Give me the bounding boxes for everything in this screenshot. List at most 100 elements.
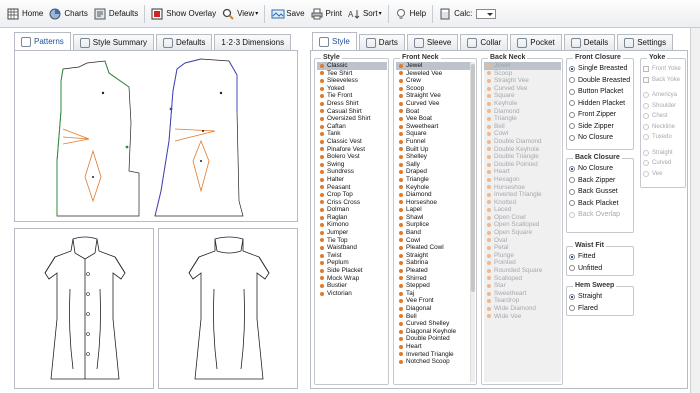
front-neck-list-item[interactable]: Diamond (396, 191, 475, 199)
waist-fit-option[interactable]: Unfitted (569, 263, 633, 275)
front-closure-option[interactable]: Single Breasted (569, 63, 633, 75)
calc-dropdown[interactable] (476, 8, 497, 19)
back-closure-option[interactable]: Back Gusset (569, 186, 633, 198)
view-button[interactable]: View ▾ (219, 4, 261, 24)
front-neck-list-item[interactable]: Band (396, 229, 475, 237)
style-list-item[interactable]: Sundress (317, 168, 387, 176)
style-list-item[interactable]: Tie Front (317, 92, 387, 100)
style-list-item[interactable]: Criss Cross (317, 199, 387, 207)
front-neck-list-item[interactable]: Pleated Cowl (396, 244, 475, 252)
style-list-item[interactable]: Sleeveless (317, 77, 387, 85)
tab-defaults[interactable]: Defaults (156, 34, 213, 50)
front-neck-list-item[interactable]: Pleated (396, 267, 475, 275)
radio-button[interactable] (569, 305, 575, 312)
front-neck-list-item[interactable]: Straight Vee (396, 92, 475, 100)
style-list-item[interactable]: Bustier (317, 282, 387, 290)
radio-button[interactable] (569, 111, 575, 118)
print-button[interactable]: Print (308, 4, 345, 24)
front-neck-list-item[interactable]: Lapel (396, 206, 475, 214)
style-list-item[interactable]: Classic (317, 62, 387, 70)
front-neck-list-item[interactable]: Notched Scoop (396, 358, 475, 366)
style-list-item[interactable]: Raglan (317, 214, 387, 222)
front-neck-list-item[interactable]: Heart (396, 343, 475, 351)
tab-patterns[interactable]: Patterns (14, 32, 71, 50)
show-overlay-button[interactable]: Show Overlay (148, 4, 219, 24)
style-list-item[interactable]: Caftan (317, 123, 387, 131)
front-neck-list-item[interactable]: Shirred (396, 275, 475, 283)
tab-style-summary[interactable]: Style Summary (72, 34, 155, 50)
style-list-item[interactable]: Waistband (317, 244, 387, 252)
radio-button[interactable] (569, 188, 575, 195)
radio-button[interactable] (569, 177, 575, 184)
back-closure-option[interactable]: Back Placket (569, 198, 633, 210)
front-neck-list-item[interactable]: Inverted Triangle (396, 351, 475, 359)
style-list-item[interactable]: Peasant (317, 184, 387, 192)
front-neck-list-item[interactable]: Sabrina (396, 259, 475, 267)
style-list-item[interactable]: Tee Shirt (317, 70, 387, 78)
radio-button[interactable] (569, 65, 575, 72)
tab-pocket[interactable]: Pocket (510, 34, 562, 50)
front-neck-list-item[interactable]: Boat (396, 108, 475, 116)
front-neck-list-item[interactable]: Funnel (396, 138, 475, 146)
front-neck-list-item[interactable]: Diagonal Keyhole (396, 328, 475, 336)
style-list-item[interactable]: Tank (317, 130, 387, 138)
style-list-item[interactable]: Swing (317, 161, 387, 169)
front-neck-list-item[interactable]: Draped (396, 168, 475, 176)
waist-fit-option[interactable]: Fitted (569, 251, 633, 263)
style-list-item[interactable]: Casual Shirt (317, 108, 387, 116)
front-neck-list-item[interactable]: Jewel (396, 62, 475, 70)
front-closure-option[interactable]: Side Zipper (569, 121, 633, 133)
style-list-item[interactable]: Bolero Vest (317, 153, 387, 161)
front-neck-list-item[interactable]: Bell (396, 313, 475, 321)
defaults-button[interactable]: Defaults (91, 4, 141, 24)
tab-style[interactable]: Style (312, 32, 357, 50)
front-neck-list-item[interactable]: Stepped (396, 282, 475, 290)
style-list-item[interactable]: Classic Vest (317, 138, 387, 146)
front-neck-list-item[interactable]: Scoop (396, 85, 475, 93)
front-neck-list-item[interactable]: Square (396, 130, 475, 138)
front-closure-option[interactable]: Hidden Placket (569, 98, 633, 110)
style-list[interactable]: Classic Tee Shirt Sleeveless Yoked Tie Front… (317, 62, 387, 302)
tab-details[interactable]: Details (563, 34, 616, 50)
radio-button[interactable] (569, 123, 575, 130)
hem-sweep-option[interactable]: Flared (569, 303, 633, 315)
scrollbar-thumb[interactable] (471, 64, 475, 292)
front-closure-option[interactable]: Button Placket (569, 86, 633, 98)
front-neck-list-item[interactable]: Straight (396, 252, 475, 260)
front-neck-list[interactable]: Jewel Jeweled Vee Crew Scoop Straight Vee Cur… (396, 62, 475, 382)
window-scrollbar[interactable] (690, 28, 700, 393)
help-button[interactable]: Help (392, 4, 429, 24)
style-list-item[interactable]: Crop Top (317, 191, 387, 199)
style-list-item[interactable]: Oversized Shirt (317, 115, 387, 123)
front-neck-list-item[interactable]: Sally (396, 161, 475, 169)
radio-button[interactable] (569, 165, 575, 172)
style-list-item[interactable]: Mock Wrap (317, 275, 387, 283)
style-list-item[interactable]: Dress Shirt (317, 100, 387, 108)
tab-collar[interactable]: Collar (460, 34, 509, 50)
sort-button[interactable]: A Sort ▾ (345, 4, 385, 24)
style-list-item[interactable]: Tie Top (317, 237, 387, 245)
style-list-item[interactable]: Dolman (317, 206, 387, 214)
front-neck-list-item[interactable]: Keyhole (396, 184, 475, 192)
back-closure-option[interactable]: Back Zipper (569, 175, 633, 187)
radio-button[interactable] (569, 134, 575, 141)
front-closure-option[interactable]: Front Zipper (569, 109, 633, 121)
front-neck-list-item[interactable]: Double Pointed (396, 335, 475, 343)
front-neck-list-item[interactable]: Vee Boat (396, 115, 475, 123)
style-list-item[interactable]: Jumper (317, 229, 387, 237)
style-list-item[interactable]: Halter (317, 176, 387, 184)
style-list-item[interactable]: Kimono (317, 221, 387, 229)
front-neck-list-item[interactable]: Shelley (396, 153, 475, 161)
tab-sleeve[interactable]: Sleeve (406, 34, 459, 50)
style-list-item[interactable]: Side Placket (317, 267, 387, 275)
front-neck-list-item[interactable]: Surplice (396, 221, 475, 229)
charts-button[interactable]: Charts (46, 4, 91, 24)
tab-dimensions[interactable]: 1·2·3 Dimensions (214, 34, 292, 50)
radio-button[interactable] (569, 265, 575, 272)
front-neck-scrollbar[interactable] (470, 62, 475, 382)
front-neck-list-item[interactable]: Curved Vee (396, 100, 475, 108)
radio-button[interactable] (569, 100, 575, 107)
home-button[interactable]: Home (4, 4, 46, 24)
front-neck-list-item[interactable]: Built Up (396, 146, 475, 154)
radio-button[interactable] (569, 88, 575, 95)
